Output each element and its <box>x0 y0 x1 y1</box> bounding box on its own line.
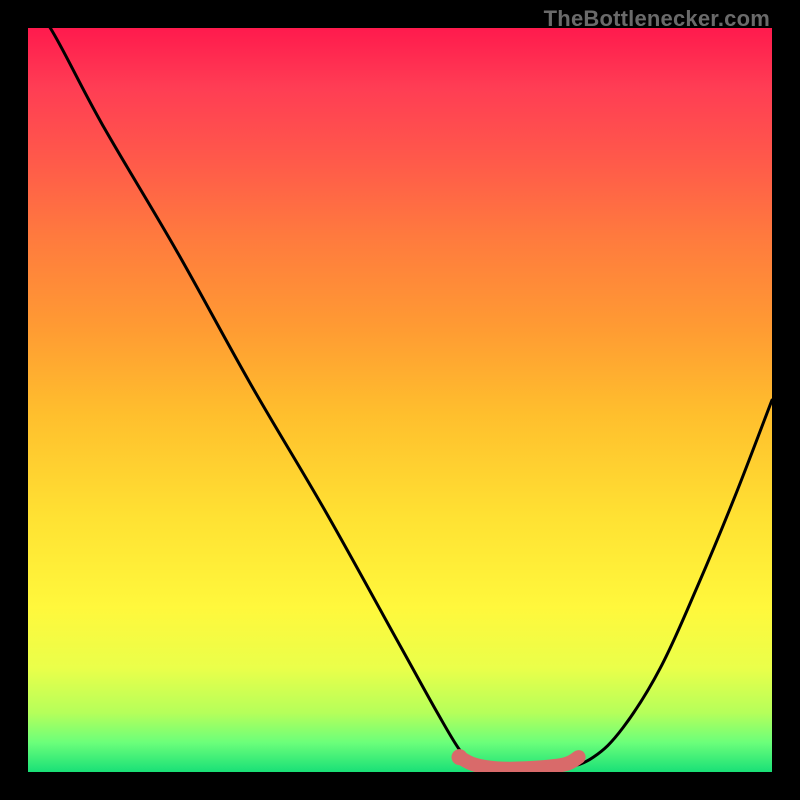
site-credit: TheBottlenecker.com <box>544 6 770 32</box>
bottleneck-curve <box>28 28 772 772</box>
highlight-marker-icon <box>452 749 468 765</box>
chart-svg <box>28 28 772 772</box>
optimal-range-highlight <box>460 757 579 769</box>
chart-frame <box>28 28 772 772</box>
